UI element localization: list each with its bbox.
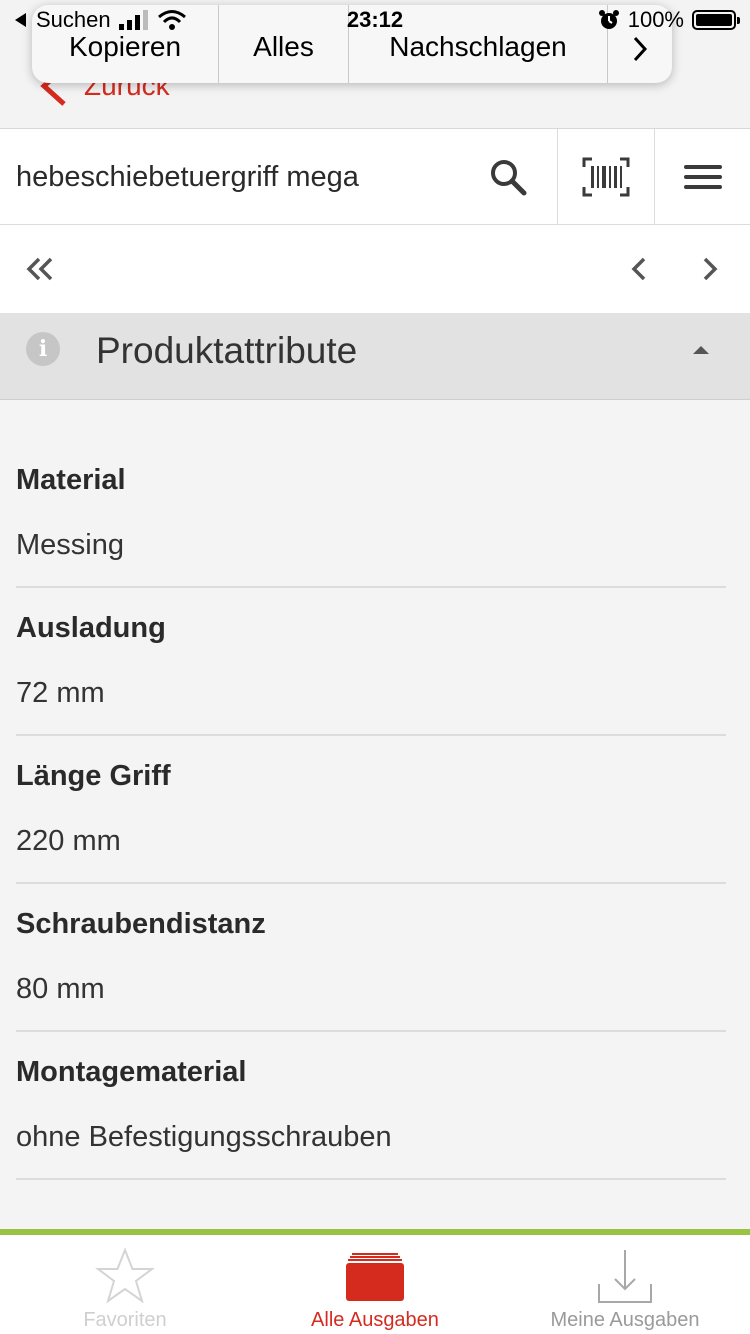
attribute-value: ohne Befestigungsschrauben xyxy=(16,1121,392,1153)
app-screen: Zurück Suchen 23:12 100% Kopieren Alles … xyxy=(0,0,750,1334)
battery-fill xyxy=(696,14,732,26)
tab-icon-wrapper xyxy=(94,1247,156,1305)
caret-up-icon[interactable] xyxy=(690,342,712,356)
attribute-label: Montagematerial xyxy=(16,1056,247,1088)
barcode-scan-button[interactable] xyxy=(557,129,655,225)
first-page-button[interactable] xyxy=(16,247,64,291)
tab-label: Favoriten xyxy=(83,1309,167,1331)
main-menu-button[interactable] xyxy=(656,129,750,225)
attribute-row: Länge Griff 220 mm xyxy=(16,736,726,884)
attribute-label: Schraubendistanz xyxy=(16,908,266,940)
battery-percentage: 100% xyxy=(627,7,684,32)
next-page-button[interactable] xyxy=(686,247,734,291)
stack-icon xyxy=(346,1253,404,1301)
attribute-row: Material Messing xyxy=(16,440,726,588)
chevron-left-icon xyxy=(631,257,646,281)
magnifier-icon xyxy=(491,160,527,196)
tab-meine-ausgaben[interactable]: Meine Ausgaben xyxy=(500,1235,750,1334)
attribute-row: Schraubendistanz 80 mm xyxy=(16,884,726,1032)
info-icon: i xyxy=(26,332,60,366)
barcode-scan-icon xyxy=(582,157,630,197)
battery-icon xyxy=(692,10,740,30)
attribute-value: Messing xyxy=(16,529,124,561)
tab-icon-wrapper xyxy=(346,1249,404,1305)
attribute-value: 80 mm xyxy=(16,973,105,1005)
search-bar xyxy=(0,129,750,225)
attribute-row: Ausladung 72 mm xyxy=(16,588,726,736)
attribute-label: Material xyxy=(16,464,126,496)
tab-icon-wrapper xyxy=(596,1249,654,1305)
attribute-value: 72 mm xyxy=(16,677,105,709)
tab-label: Alle Ausgaben xyxy=(311,1309,439,1331)
previous-page-button[interactable] xyxy=(615,247,663,291)
chevron-right-icon xyxy=(703,257,718,281)
attributes-list: Material Messing Ausladung 72 mm Länge G… xyxy=(0,400,750,1232)
bottom-tab-bar: Favoriten Alle Ausgaben Meine Ausgaben xyxy=(0,1229,750,1334)
pagination-bar xyxy=(0,225,750,313)
section-title: Produktattribute xyxy=(96,330,358,371)
status-right: 100% xyxy=(598,7,740,33)
attribute-label: Länge Griff xyxy=(16,760,171,792)
hamburger-menu-icon xyxy=(684,165,722,189)
double-chevron-left-icon xyxy=(26,257,53,281)
alarm-icon xyxy=(598,10,619,29)
tab-favoriten[interactable]: Favoriten xyxy=(0,1235,250,1334)
attribute-row: Montagematerial ohne Befestigungsschraub… xyxy=(16,1032,726,1180)
status-bar: Suchen 23:12 100% xyxy=(0,0,750,40)
search-input[interactable] xyxy=(16,129,456,225)
star-icon xyxy=(95,1247,155,1304)
search-button[interactable] xyxy=(470,129,546,225)
attribute-label: Ausladung xyxy=(16,612,166,644)
attribute-value: 220 mm xyxy=(16,825,121,857)
tab-label: Meine Ausgaben xyxy=(550,1309,700,1331)
download-tray-icon xyxy=(598,1250,652,1303)
tab-alle-ausgaben[interactable]: Alle Ausgaben xyxy=(250,1235,500,1334)
